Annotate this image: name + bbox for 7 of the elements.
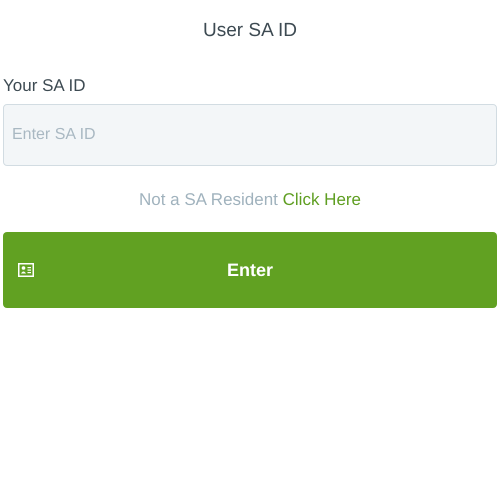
id-card-icon bbox=[18, 263, 34, 277]
page-title: User SA ID bbox=[203, 20, 297, 42]
click-here-link[interactable]: Click Here bbox=[282, 190, 362, 209]
enter-button[interactable]: Enter bbox=[3, 232, 497, 308]
field-label: Your SA ID bbox=[3, 76, 86, 96]
id-input-field[interactable]: Enter SA ID bbox=[3, 104, 497, 166]
resident-note: Not a SA Resident Click Here bbox=[138, 190, 362, 210]
